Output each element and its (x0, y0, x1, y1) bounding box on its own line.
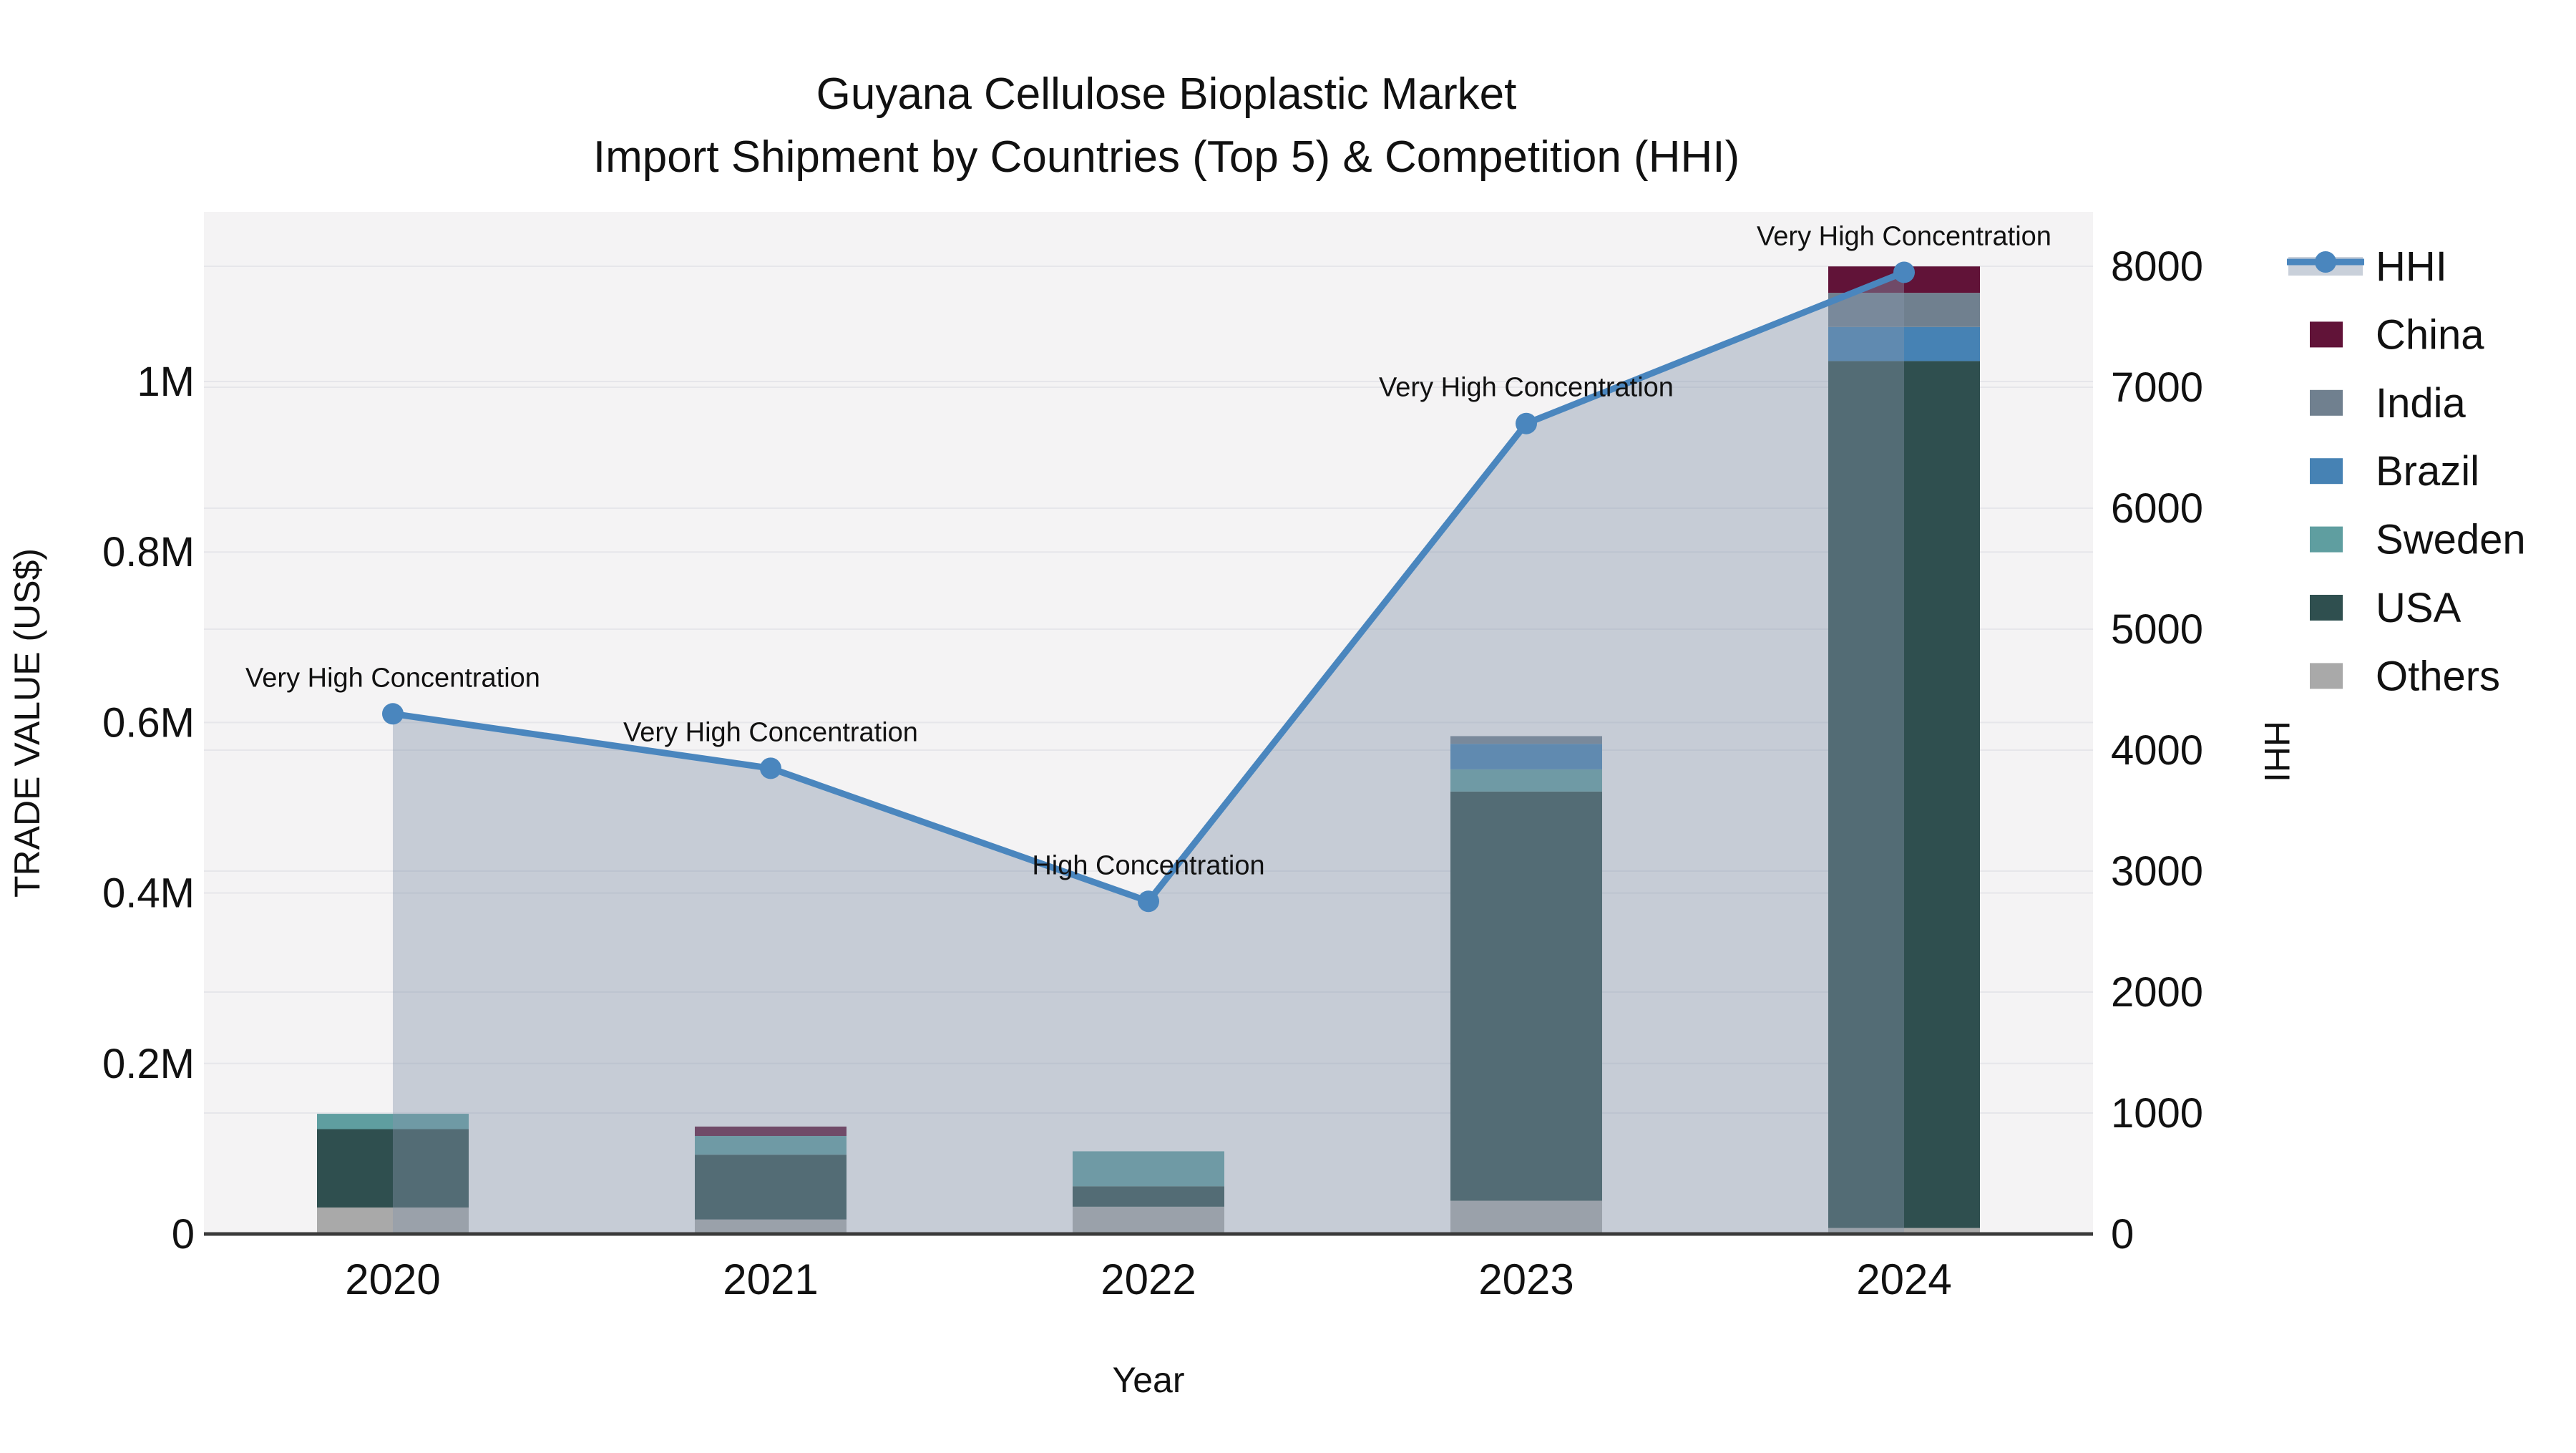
legend-item-others[interactable]: Others (2310, 653, 2500, 699)
annotation-2022: High Concentration (1032, 850, 1264, 880)
annotation-2023: Very High Concentration (1379, 373, 1674, 403)
chart-subtitle: Import Shipment by Countries (Top 5) & C… (593, 132, 1740, 182)
y-right-tick-0: 0 (2111, 1211, 2134, 1258)
legend-swatch-others (2310, 663, 2343, 689)
y-right-tick-7000: 7000 (2111, 364, 2203, 411)
legend-item-sweden[interactable]: Sweden (2310, 517, 2526, 563)
hhi-marker-2022 (1138, 890, 1159, 913)
legend-label-china: China (2376, 311, 2484, 358)
legend-item-china[interactable]: China (2310, 311, 2484, 358)
x-axis-title: Year (1112, 1360, 1184, 1400)
legend-swatch-india (2310, 389, 2343, 416)
plot-area: Very High Concentration Very High Concent… (102, 212, 2203, 1303)
legend-label-usa: USA (2376, 585, 2462, 631)
x-tick-2023: 2023 (1478, 1255, 1574, 1303)
legend-swatch-usa (2310, 595, 2343, 621)
y-left-tick-0.4M: 0.4M (102, 870, 195, 917)
y-right-tick-6000: 6000 (2111, 485, 2203, 532)
chart-canvas: Guyana Cellulose Bioplastic Market Impor… (7, 69, 2526, 1400)
legend-label-india: India (2376, 380, 2467, 427)
legend-label-hhi: HHI (2376, 243, 2447, 290)
y-left-tick-0.8M: 0.8M (102, 529, 195, 575)
legend-label-sweden: Sweden (2376, 517, 2526, 563)
annotation-2024: Very High Concentration (1757, 221, 2051, 251)
legend-item-usa[interactable]: USA (2310, 585, 2462, 631)
annotation-2020: Very High Concentration (245, 663, 540, 693)
chart-title: Guyana Cellulose Bioplastic Market (816, 69, 1517, 119)
y-left-tick-0: 0 (172, 1211, 195, 1258)
legend-swatch-brazil (2310, 458, 2343, 485)
legend-item-brazil[interactable]: Brazil (2310, 448, 2479, 495)
legend-swatch-sweden (2310, 526, 2343, 553)
legend-label-others: Others (2376, 653, 2500, 699)
y-left-tick-0.6M: 0.6M (102, 699, 195, 746)
y-axis-title-right: HHI (2257, 721, 2297, 782)
y-right-tick-4000: 4000 (2111, 727, 2203, 774)
legend-hhi-marker-swatch (2315, 251, 2336, 273)
y-right-tick-8000: 8000 (2111, 243, 2203, 290)
x-tick-2020: 2020 (345, 1255, 440, 1303)
legend: HHI China India Brazil Sweden USA Others (2287, 243, 2526, 699)
y-right-tick-2000: 2000 (2111, 969, 2203, 1016)
y-right-tick-1000: 1000 (2111, 1090, 2203, 1137)
hhi-marker-2023 (1516, 412, 1537, 434)
hhi-marker-2021 (760, 757, 781, 779)
legend-item-india[interactable]: India (2310, 380, 2467, 427)
x-tick-2024: 2024 (1856, 1255, 1951, 1303)
x-tick-2021: 2021 (723, 1255, 818, 1303)
y-axis-title-left: TRADE VALUE (US$) (7, 548, 47, 898)
y-left-tick-0.2M: 0.2M (102, 1041, 195, 1087)
y-right-tick-3000: 3000 (2111, 848, 2203, 895)
annotation-2021: Very High Concentration (623, 717, 918, 747)
legend-item-hhi[interactable]: HHI (2287, 243, 2447, 290)
legend-swatch-china (2310, 321, 2343, 348)
legend-label-brazil: Brazil (2376, 448, 2479, 495)
x-tick-2022: 2022 (1101, 1255, 1196, 1303)
y-right-tick-5000: 5000 (2111, 606, 2203, 653)
y-left-tick-1M: 1M (137, 359, 195, 405)
hhi-marker-2024 (1893, 261, 1915, 283)
hhi-marker-2020 (382, 703, 404, 725)
